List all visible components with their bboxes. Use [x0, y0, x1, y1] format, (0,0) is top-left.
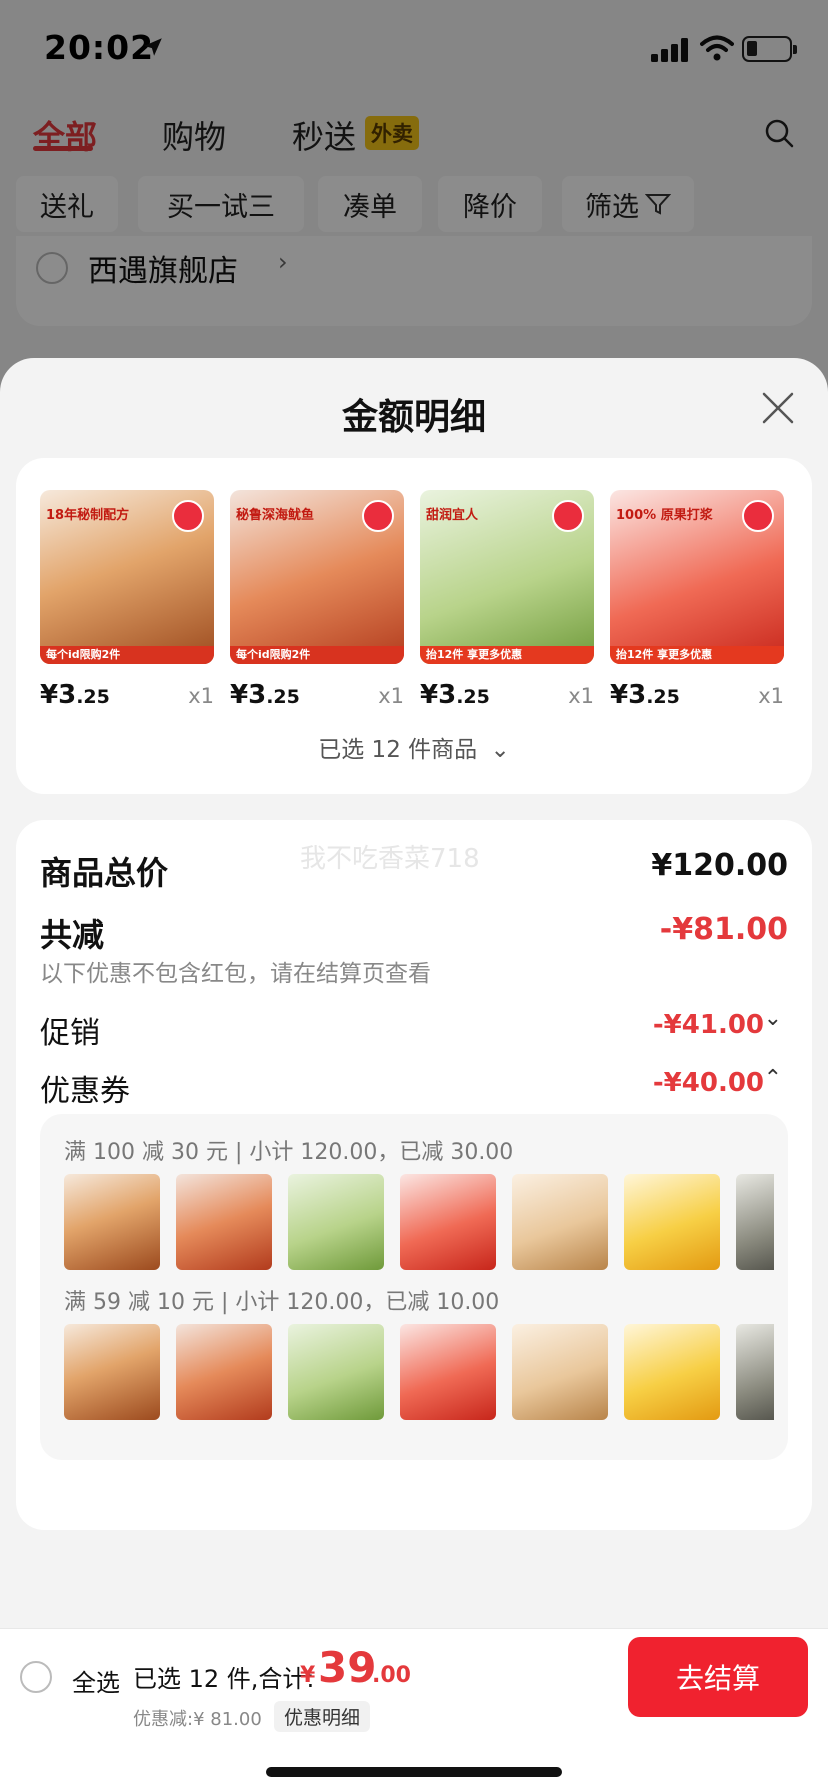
product-card[interactable]: 100% 原果打浆 抬12件 享更多优惠 ¥3.25 x1	[610, 490, 784, 710]
coupon-label: 优惠券	[40, 1074, 130, 1109]
product-thumbnail[interactable]	[64, 1324, 160, 1420]
product-card[interactable]: 甜润宜人 抬12件 享更多优惠 ¥3.25 x1	[420, 490, 594, 710]
coupon-rule-text: 满 59 减 10 元 | 小计 120.00，已减 10.00	[64, 1290, 500, 1315]
product-thumbnail[interactable]	[624, 1324, 720, 1420]
product-price: ¥3.25	[230, 680, 300, 710]
product-thumbnail[interactable]	[624, 1174, 720, 1270]
product-thumbnail[interactable]	[512, 1174, 608, 1270]
coupon-rule-text: 满 100 减 30 元 | 小计 120.00，已减 30.00	[64, 1140, 514, 1165]
product-quantity: x1	[378, 684, 404, 708]
product-thumbnail[interactable]	[288, 1324, 384, 1420]
checkout-bar: 全选 已选 12 件,合计: ¥ 39 .00 优惠减:¥ 81.00 优惠明细…	[0, 1628, 828, 1792]
product-thumbnail[interactable]	[736, 1324, 774, 1420]
price-dec: .25	[76, 686, 110, 708]
product-thumbnail[interactable]	[176, 1174, 272, 1270]
product-image-banner: 抬12件 享更多优惠	[610, 646, 784, 664]
select-all-label[interactable]: 全选	[72, 1663, 120, 1698]
reduction-value: -¥81.00	[659, 912, 788, 947]
discount-summary: 优惠减:¥ 81.00	[133, 1709, 262, 1730]
coupon-product-thumbs	[64, 1174, 774, 1270]
coupon-detail-box: 满 100 减 30 元 | 小计 120.00，已减 30.00 满 59 减…	[40, 1114, 788, 1460]
product-quantity: x1	[758, 684, 784, 708]
amount-detail-sheet: 金额明细 18年秘制配方 每个id限购2件 ¥3.25 x1 秘鲁深海鱿鱼 每个…	[0, 358, 828, 1628]
total-amount-integer: 39	[318, 1643, 377, 1692]
coupon-product-thumbs	[64, 1324, 774, 1420]
selected-count-toggle[interactable]: 已选 12 件商品 ⌄	[16, 730, 812, 764]
product-thumbnail[interactable]	[400, 1174, 496, 1270]
product-image-banner: 抬12件 享更多优惠	[420, 646, 594, 664]
promo-value: -¥41.00	[652, 1010, 764, 1040]
price-dec: .25	[646, 686, 680, 708]
product-thumbnail[interactable]	[400, 1324, 496, 1420]
product-thumbnail[interactable]	[512, 1324, 608, 1420]
close-icon[interactable]	[758, 388, 798, 428]
product-thumbnail[interactable]	[288, 1174, 384, 1270]
selected-count-label: 已选 12 件商品	[318, 737, 478, 763]
product-image: 18年秘制配方 每个id限购2件	[40, 490, 214, 664]
watermark: 我不吃香菜718	[300, 844, 480, 874]
product-card[interactable]: 18年秘制配方 每个id限购2件 ¥3.25 x1	[40, 490, 214, 710]
discount-detail-button[interactable]: 优惠明细	[274, 1701, 371, 1732]
price-int: ¥3	[610, 680, 647, 710]
chevron-up-icon: ⌃	[763, 1066, 782, 1091]
product-thumbnail[interactable]	[176, 1324, 272, 1420]
product-quantity: x1	[568, 684, 594, 708]
product-image-banner: 每个id限购2件	[40, 646, 214, 664]
total-price-value: ¥120.00	[651, 848, 788, 883]
product-image-caption: 秘鲁深海鱿鱼	[236, 508, 315, 523]
product-thumbnail[interactable]	[64, 1174, 160, 1270]
coupon-value: -¥40.00	[652, 1068, 764, 1098]
product-image: 甜润宜人 抬12件 享更多优惠	[420, 490, 594, 664]
price-int: ¥3	[230, 680, 267, 710]
selected-items-card: 18年秘制配方 每个id限购2件 ¥3.25 x1 秘鲁深海鱿鱼 每个id限购2…	[16, 458, 812, 794]
product-thumbnail[interactable]	[736, 1174, 774, 1270]
product-price: ¥3.25	[610, 680, 680, 710]
home-indicator	[266, 1767, 562, 1777]
price-dec: .25	[266, 686, 300, 708]
product-image-caption: 18年秘制配方	[46, 508, 130, 523]
selected-summary: 已选 12 件,合计:	[133, 1665, 315, 1693]
checkout-label: 去结算	[675, 1662, 760, 1695]
checked-icon[interactable]	[362, 500, 394, 532]
checked-icon[interactable]	[742, 500, 774, 532]
total-price-label: 商品总价	[40, 854, 169, 892]
select-all-radio[interactable]	[20, 1661, 52, 1693]
sheet-title: 金额明细	[341, 397, 486, 438]
price-breakdown-card: 我不吃香菜718 商品总价 ¥120.00 共减 -¥81.00 以下优惠不包含…	[16, 820, 812, 1530]
product-image: 秘鲁深海鱿鱼 每个id限购2件	[230, 490, 404, 664]
product-image-caption: 甜润宜人	[426, 508, 479, 523]
reduction-note: 以下优惠不包含红包，请在结算页查看	[40, 961, 431, 987]
checkout-button[interactable]: 去结算	[628, 1637, 808, 1717]
price-int: ¥3	[40, 680, 77, 710]
product-price: ¥3.25	[420, 680, 490, 710]
price-int: ¥3	[420, 680, 457, 710]
total-currency: ¥	[300, 1663, 316, 1688]
promo-label: 促销	[40, 1016, 100, 1051]
chevron-down-icon: ⌄	[763, 1006, 782, 1031]
checked-icon[interactable]	[172, 500, 204, 532]
product-card[interactable]: 秘鲁深海鱿鱼 每个id限购2件 ¥3.25 x1	[230, 490, 404, 710]
total-amount-decimal: .00	[372, 1663, 411, 1688]
chevron-down-icon: ⌄	[490, 737, 510, 763]
reduction-label: 共减	[40, 916, 105, 954]
checked-icon[interactable]	[552, 500, 584, 532]
product-image-caption: 100% 原果打浆	[616, 508, 713, 523]
price-dec: .25	[456, 686, 490, 708]
product-quantity: x1	[188, 684, 214, 708]
product-price: ¥3.25	[40, 680, 110, 710]
product-image-banner: 每个id限购2件	[230, 646, 404, 664]
product-image: 100% 原果打浆 抬12件 享更多优惠	[610, 490, 784, 664]
